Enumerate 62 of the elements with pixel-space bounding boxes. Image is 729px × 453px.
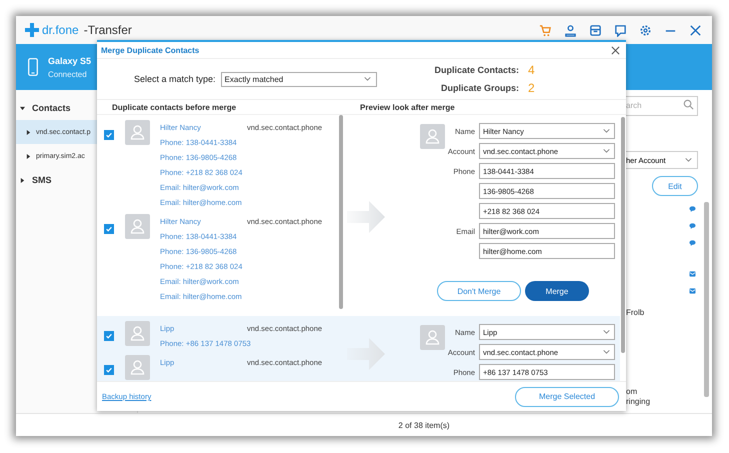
chat-icon[interactable] [614,24,627,36]
caret-icon[interactable] [20,178,25,182]
avatar-icon [420,124,445,149]
match-type-dropdown[interactable]: Exactly matched [220,72,377,86]
avatar-icon [420,325,445,350]
avatar-icon [125,321,150,346]
avatar-icon [125,214,150,239]
sidebar-item[interactable]: Contacts [32,103,71,113]
app-logo-text: dr.fone [42,23,79,37]
search-field[interactable]: arch [626,96,698,116]
match-type-label: Select a match type: [134,74,216,84]
device-name: Galaxy S5 [48,56,92,66]
scrollbar[interactable] [339,115,343,309]
stat-value: 2 [528,81,536,95]
mail-icon[interactable] [689,288,696,294]
caret-icon[interactable] [20,106,25,110]
mail-icon[interactable] [689,271,696,277]
phone-icon [28,58,38,76]
scrollbar[interactable] [621,117,625,353]
merge-selected-button[interactable]: Merge Selected [515,386,619,406]
chat-bubble-icon[interactable] [689,223,696,229]
search-icon [683,99,694,110]
chat-bubble-icon[interactable] [689,206,696,212]
list-text: ringing [626,397,652,407]
scrollbar[interactable] [704,202,709,397]
chevron-icon [685,158,692,162]
settings-icon[interactable] [639,24,652,36]
edit-button[interactable]: Edit [652,176,698,196]
chevron-icon [603,149,610,153]
stat-value: 4 [528,63,536,77]
close-icon[interactable] [689,24,702,36]
checkbox[interactable] [104,365,114,375]
checkbox[interactable] [104,130,114,140]
avatar-icon [125,120,150,145]
chevron-icon [603,330,610,334]
dialog-title: Merge Duplicate Contacts [101,46,200,54]
stat-label: Duplicate Groups: [440,83,519,93]
column-heading: Preview look after merge [360,102,455,112]
list-text: Frolb [626,308,646,318]
checkbox[interactable] [104,224,114,234]
checkbox[interactable] [104,331,114,341]
chevron-icon [603,350,610,354]
device-status: Connected [48,70,88,78]
caret-icon[interactable] [26,154,31,158]
merge-button[interactable]: Merge [525,281,589,301]
column-heading: Duplicate contacts before merge [111,102,238,112]
sidebar-item[interactable]: SMS [32,175,52,185]
item-count: 2 of 38 item(s) [398,420,450,430]
caret-icon[interactable] [26,130,31,134]
user-icon[interactable] [564,24,577,36]
plus-logo-icon [25,23,39,37]
list-text: om [626,387,638,397]
dont-merge-button[interactable]: Don't Merge [437,281,521,301]
app-title: -Transfer [84,23,132,37]
chat-bubble-icon[interactable] [689,240,696,246]
stat-label: Duplicate Contacts: [434,65,519,75]
chevron-icon [603,129,610,133]
archive-icon[interactable] [589,24,602,36]
close-icon[interactable] [611,46,620,54]
chevron-icon [364,77,371,81]
cart-icon[interactable] [539,24,552,36]
avatar-icon [125,355,150,380]
